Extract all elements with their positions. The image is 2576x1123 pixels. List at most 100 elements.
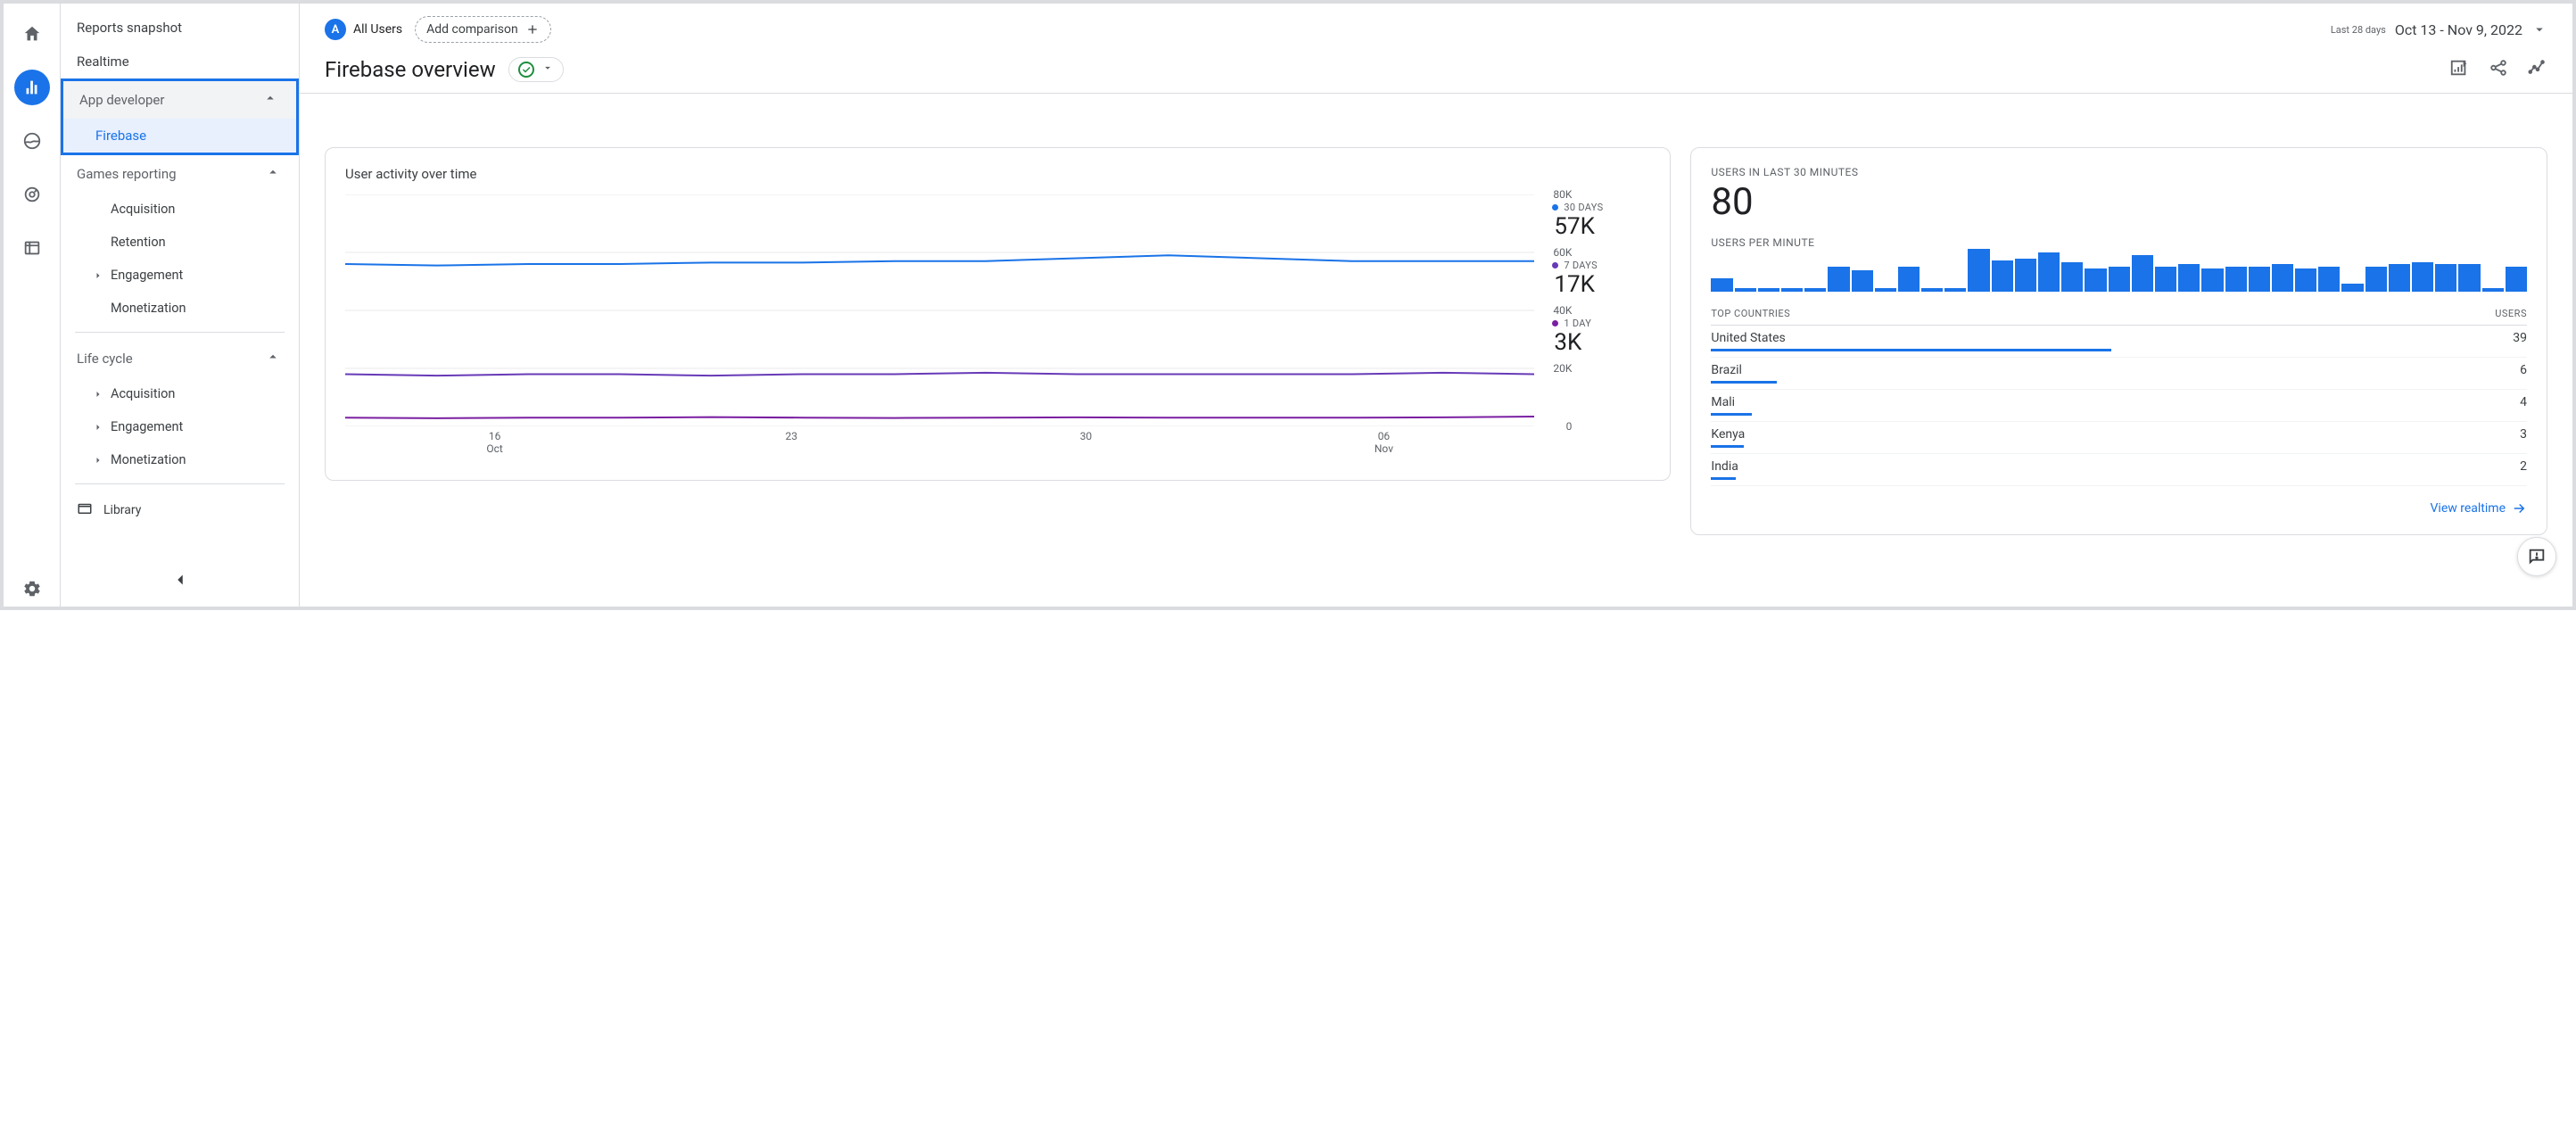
mini-bar	[2155, 267, 2176, 292]
library-icon	[77, 500, 93, 520]
mini-bar	[2341, 284, 2363, 292]
date-preset-label: Last 28 days	[2331, 24, 2386, 36]
mini-bar	[1758, 288, 1779, 292]
mini-bar	[2389, 264, 2410, 292]
legend-item[interactable]: 30 DAYS57K	[1552, 202, 1650, 240]
caret-right-icon	[93, 270, 105, 281]
country-name: Mali	[1711, 395, 1735, 409]
main-content: A All Users Add comparison Last 28 days …	[300, 4, 2572, 607]
x-tick-label: 06Nov	[1375, 430, 1393, 456]
sidebar-item-firebase[interactable]: Firebase	[63, 119, 296, 153]
mini-bar	[2506, 267, 2527, 292]
sidebar-label: Engagement	[111, 268, 183, 283]
home-icon[interactable]	[14, 16, 50, 52]
chevron-up-icon	[265, 349, 281, 368]
mini-bar	[2365, 267, 2387, 292]
group-label: Games reporting	[77, 166, 177, 182]
sidebar-item-library[interactable]: Library	[61, 491, 299, 529]
caret-right-icon	[93, 389, 105, 400]
mini-bar	[2482, 288, 2504, 292]
reports-icon[interactable]	[14, 70, 50, 105]
card-title: User activity over time	[345, 166, 1650, 182]
feedback-button[interactable]	[2517, 537, 2556, 576]
title-row: Firebase overview	[300, 43, 2572, 94]
legend-value: 57K	[1552, 213, 1650, 240]
mini-bar	[2435, 264, 2456, 292]
highlighted-group: App developer Firebase	[61, 78, 299, 155]
mini-bar	[2132, 255, 2153, 292]
sidebar-item-monetization[interactable]: Monetization	[61, 443, 299, 476]
sidebar-label: Monetization	[111, 452, 186, 467]
legend-item[interactable]: 7 DAYS17K	[1552, 260, 1650, 298]
chart-area: 80K60K40K20K0 16Oct23 30 06Nov	[345, 194, 1534, 462]
y-tick-label: 80K	[1553, 188, 1572, 201]
mini-bar	[1711, 278, 1732, 292]
sidebar-item-retention[interactable]: Retention	[61, 226, 299, 259]
chevron-up-icon	[265, 164, 281, 184]
mini-bar	[1992, 260, 2013, 292]
divider	[75, 332, 285, 333]
share-icon[interactable]	[2489, 58, 2508, 81]
topbar: A All Users Add comparison Last 28 days …	[300, 4, 2572, 43]
caret-right-icon	[93, 422, 105, 433]
country-users: 4	[2520, 395, 2527, 409]
legend-item[interactable]: 1 DAY3K	[1552, 318, 1650, 356]
countries-head-right: USERS	[2495, 308, 2527, 319]
legend-label: 1 DAY	[1564, 318, 1591, 329]
status-pill[interactable]	[508, 57, 564, 82]
mini-bar	[2061, 262, 2083, 292]
sidebar-item-engagement[interactable]: Engagement	[61, 410, 299, 443]
x-tick-label: 16Oct	[486, 430, 502, 456]
collapse-sidebar-button[interactable]	[166, 566, 194, 594]
configure-icon[interactable]	[14, 230, 50, 266]
explore-icon[interactable]	[14, 123, 50, 159]
country-name: Brazil	[1711, 363, 1742, 377]
sidebar-item-acquisition[interactable]: Acquisition	[61, 377, 299, 410]
sidebar-label: Acquisition	[111, 386, 175, 401]
country-users: 39	[2513, 331, 2527, 345]
chevron-up-icon	[262, 90, 278, 110]
country-row: Brazil 6	[1711, 358, 2527, 390]
country-users: 3	[2520, 427, 2527, 442]
mini-bar	[1735, 288, 1756, 292]
insights-icon[interactable]	[2528, 58, 2547, 81]
mini-bar	[1875, 288, 1896, 292]
group-games-reporting[interactable]: Games reporting	[61, 155, 299, 193]
y-tick-label: 60K	[1553, 246, 1572, 259]
divider	[75, 483, 285, 484]
sidebar-item-realtime[interactable]: Realtime	[61, 45, 299, 78]
country-row: Mali 4	[1711, 390, 2527, 422]
nav-rail	[4, 4, 61, 607]
settings-icon[interactable]	[14, 571, 50, 607]
country-users: 2	[2520, 459, 2527, 474]
date-range-picker[interactable]: Last 28 days Oct 13 - Nov 9, 2022	[2331, 21, 2547, 38]
y-tick-label: 20K	[1553, 362, 1572, 375]
group-app-developer[interactable]: App developer	[63, 81, 296, 119]
x-axis: 16Oct23 30 06Nov	[345, 430, 1534, 456]
sidebar-item-snapshot[interactable]: Reports snapshot	[61, 11, 299, 45]
audience-label: All Users	[353, 22, 402, 37]
sidebar-item-acquisition[interactable]: Acquisition	[61, 193, 299, 226]
country-users: 6	[2520, 363, 2527, 377]
country-name: United States	[1711, 331, 1785, 345]
group-life-cycle[interactable]: Life cycle	[61, 340, 299, 377]
mini-bar	[2295, 268, 2316, 292]
mini-bar	[1898, 267, 1920, 292]
mini-bar	[2109, 267, 2130, 292]
customize-report-icon[interactable]	[2449, 58, 2469, 81]
add-comparison-button[interactable]: Add comparison	[415, 16, 551, 43]
mini-bar	[1852, 270, 1873, 292]
country-row: India2	[1711, 454, 2527, 486]
arrow-right-icon	[2511, 500, 2527, 516]
mini-bar	[1968, 249, 1989, 292]
view-realtime-link[interactable]: View realtime	[1711, 500, 2527, 516]
mini-bar	[2178, 264, 2200, 292]
link-label: View realtime	[2431, 501, 2506, 516]
sidebar-item-monetization[interactable]: Monetization	[61, 292, 299, 325]
sidebar-item-engagement[interactable]: Engagement	[61, 259, 299, 292]
mini-bar	[1921, 288, 1943, 292]
audience-chip[interactable]: A All Users	[325, 19, 402, 40]
sidebar: Reports snapshot Realtime App developer …	[61, 4, 300, 607]
country-name: Kenya	[1711, 427, 1745, 442]
advertising-icon[interactable]	[14, 177, 50, 212]
